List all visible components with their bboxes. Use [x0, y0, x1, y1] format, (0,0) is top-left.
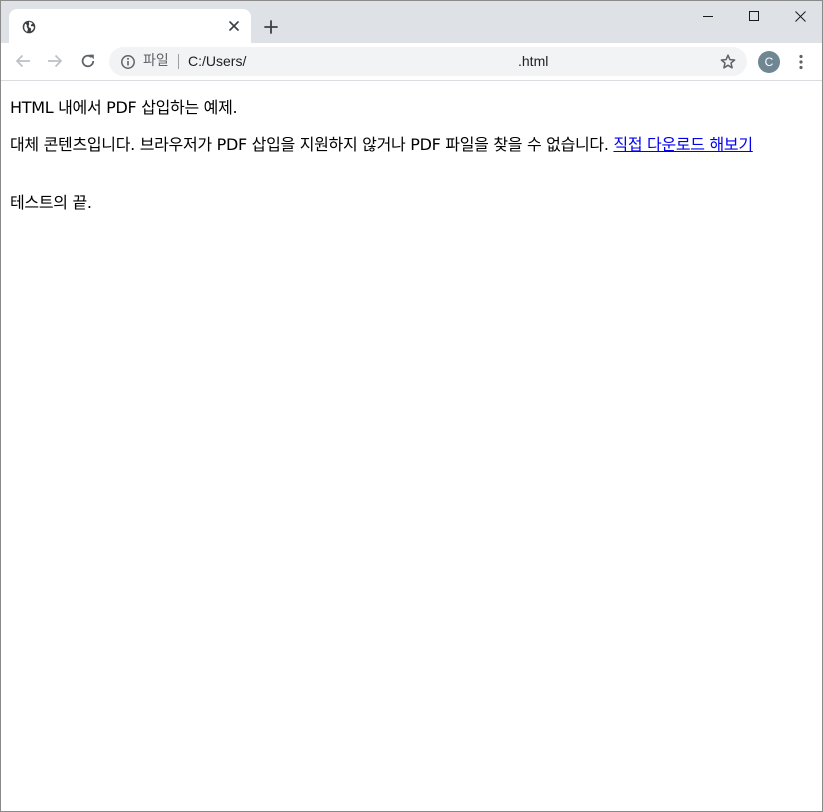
- kebab-menu-icon: [799, 54, 803, 70]
- close-icon: [794, 10, 806, 22]
- window-maximize-button[interactable]: [731, 1, 777, 31]
- address-bar[interactable]: 파일 C:/Users/ .html: [109, 47, 747, 76]
- star-icon[interactable]: [719, 53, 737, 71]
- globe-icon: [22, 19, 36, 34]
- browser-toolbar: 파일 C:/Users/ .html C: [1, 43, 822, 81]
- url-prefix: C:/Users/: [188, 53, 247, 69]
- back-button[interactable]: [9, 47, 37, 75]
- window-minimize-button[interactable]: [685, 1, 731, 31]
- tab-strip: [1, 1, 822, 43]
- address-separator: [178, 54, 179, 69]
- plus-icon: [264, 20, 278, 34]
- arrow-right-icon: [48, 54, 63, 68]
- window-close-button[interactable]: [777, 1, 822, 31]
- arrow-left-icon: [15, 54, 30, 68]
- maximize-icon: [749, 11, 759, 21]
- reload-icon: [81, 54, 95, 68]
- page-content: HTML 내에서 PDF 삽입하는 예제. 대체 콘텐츠입니다. 브라우저가 P…: [1, 81, 822, 811]
- browser-window: 파일 C:/Users/ .html C HTML 내에서 PDF 삽입하는 예…: [0, 0, 823, 812]
- new-tab-button[interactable]: [259, 15, 283, 39]
- tab-close-icon[interactable]: [225, 17, 243, 35]
- reload-button[interactable]: [74, 47, 102, 75]
- url-suffix: .html: [518, 53, 549, 69]
- forward-button[interactable]: [41, 47, 69, 75]
- scheme-chip: 파일: [143, 53, 169, 69]
- browser-tab[interactable]: [9, 9, 251, 43]
- minimize-icon: [703, 16, 713, 17]
- ending-text: 테스트의 끝.: [10, 193, 92, 212]
- download-link[interactable]: 직접 다운로드 해보기: [613, 135, 753, 154]
- profile-avatar[interactable]: C: [758, 51, 780, 73]
- fallback-paragraph: 대체 콘텐츠입니다. 브라우저가 PDF 삽입을 지원하지 않거나 PDF 파일…: [10, 135, 815, 155]
- browser-menu-button[interactable]: [790, 48, 812, 76]
- fallback-text: 대체 콘텐츠입니다. 브라우저가 PDF 삽입을 지원하지 않거나 PDF 파일…: [10, 135, 614, 154]
- intro-text: HTML 내에서 PDF 삽입하는 예제.: [10, 98, 238, 117]
- info-icon[interactable]: [120, 54, 136, 70]
